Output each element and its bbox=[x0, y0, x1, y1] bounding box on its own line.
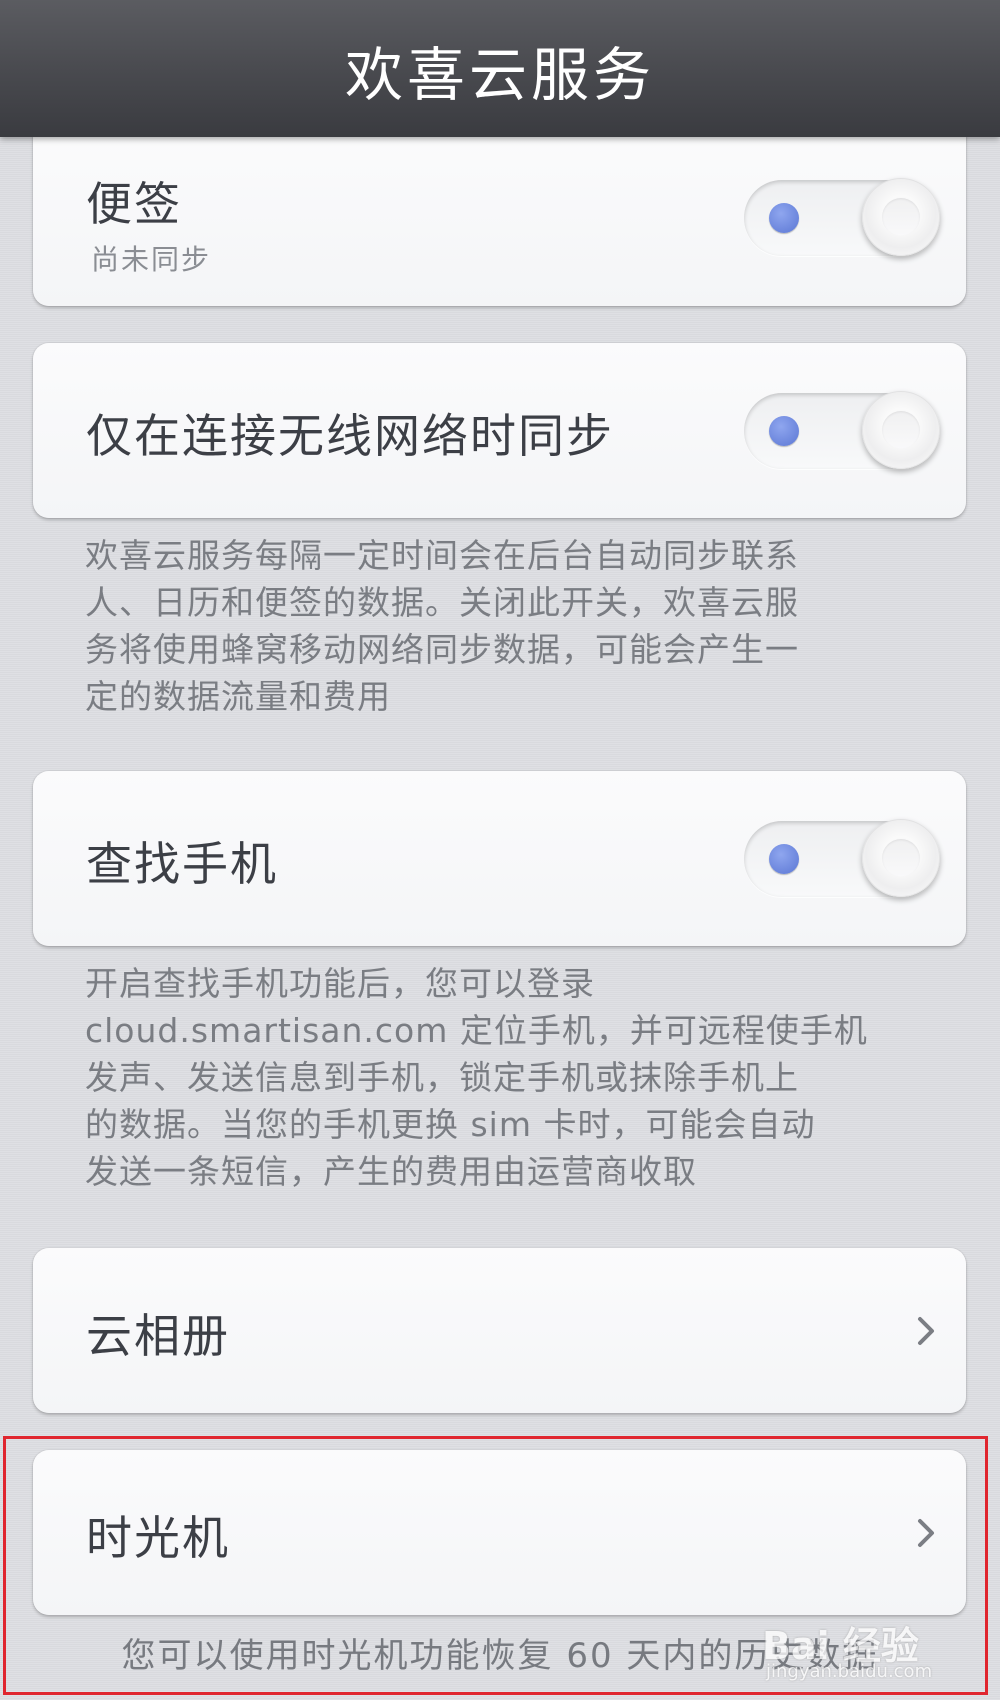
wifi-only-sync-row: 仅在连接无线网络时同步 bbox=[33, 343, 966, 518]
toggle-indicator-dot bbox=[769, 416, 799, 446]
wifi-only-sync-toggle[interactable] bbox=[744, 391, 940, 469]
description-line: 务将使用蜂窝移动网络同步数据，可能会产生一 bbox=[85, 630, 799, 669]
description-line: 开启查找手机功能后，您可以登录 bbox=[85, 964, 595, 1003]
find-phone-description: 开启查找手机功能后，您可以登录 cloud.smartisan.com 定位手机… bbox=[85, 960, 925, 1195]
notes-label: 便签 bbox=[86, 177, 182, 231]
toggle-knob[interactable] bbox=[862, 819, 940, 897]
cloud-album-row[interactable]: 云相册 bbox=[33, 1248, 966, 1413]
wifi-only-sync-description: 欢喜云服务每隔一定时间会在后台自动同步联系 人、日历和便签的数据。关闭此开关，欢… bbox=[85, 532, 925, 720]
find-phone-label: 查找手机 bbox=[86, 837, 278, 891]
chevron-right-icon bbox=[918, 1317, 934, 1345]
page-title: 欢喜云服务 bbox=[344, 41, 655, 109]
description-line: 人、日历和便签的数据。关闭此开关，欢喜云服 bbox=[85, 583, 799, 622]
wifi-only-sync-label: 仅在连接无线网络时同步 bbox=[86, 409, 614, 463]
find-phone-toggle[interactable] bbox=[744, 819, 940, 897]
watermark-url: jingyan.baidu.com bbox=[766, 1661, 933, 1682]
description-line: 欢喜云服务每隔一定时间会在后台自动同步联系 bbox=[85, 536, 799, 575]
title-bar: 欢喜云服务 bbox=[0, 0, 1000, 137]
description-line: 定的数据流量和费用 bbox=[85, 677, 391, 716]
baidu-jingyan-watermark: Bai 经验 jingyan.baidu.com bbox=[762, 1615, 967, 1685]
notes-sync-status: 尚未同步 bbox=[91, 243, 212, 276]
toggle-knob[interactable] bbox=[862, 178, 940, 256]
description-line: 发声、发送信息到手机，锁定手机或抹除手机上 bbox=[85, 1058, 799, 1097]
find-phone-row: 查找手机 bbox=[33, 771, 966, 946]
description-line: cloud.smartisan.com 定位手机，并可远程使手机 bbox=[85, 1011, 868, 1050]
toggle-knob[interactable] bbox=[862, 391, 940, 469]
notes-sync-toggle[interactable] bbox=[744, 178, 940, 256]
description-line: 发送一条短信，产生的费用由运营商收取 bbox=[85, 1152, 697, 1191]
notes-sync-row: 便签 尚未同步 bbox=[33, 128, 966, 306]
cloud-album-label: 云相册 bbox=[86, 1309, 230, 1363]
toggle-indicator-dot bbox=[769, 203, 799, 233]
toggle-indicator-dot bbox=[769, 844, 799, 874]
description-line: 的数据。当您的手机更换 sim 卡时，可能会自动 bbox=[85, 1105, 816, 1144]
